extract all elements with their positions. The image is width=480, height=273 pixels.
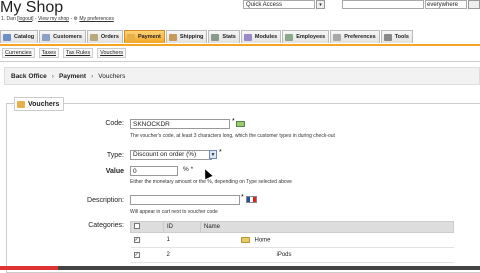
breadcrumb-page: Vouchers [98, 73, 126, 80]
type-required-mark: * [219, 149, 222, 156]
category-checkbox[interactable]: ✓ [133, 252, 140, 258]
name-column-header: Name [200, 221, 454, 233]
table-row: ✓ 2 iPods [130, 247, 454, 263]
type-label: Type: [106, 152, 124, 159]
value-label: Value [105, 168, 124, 175]
select-all-checkbox[interactable] [134, 223, 140, 229]
tab-label: Shipping [179, 34, 204, 40]
tab-payment[interactable]: Payment [123, 30, 165, 43]
video-progress-track[interactable] [0, 266, 480, 270]
employees-icon [285, 33, 294, 41]
value-help: Either the monetary amount or the %, dep… [130, 179, 292, 185]
tab-label: Customers [53, 34, 82, 40]
user-name: 1. Dan [1, 16, 16, 22]
categories-header-row: ID Name [130, 221, 454, 233]
code-label: Code: [105, 120, 124, 127]
category-id: 2 [163, 247, 201, 263]
select-all-column [130, 221, 164, 233]
search-input[interactable] [342, 0, 424, 9]
video-progress-fill [0, 266, 58, 270]
categories-table: ID Name ✓ 1 Home ✓ 2 iPods [130, 221, 454, 263]
voucher-icon [17, 100, 25, 108]
subtab-taxes[interactable]: Taxes [38, 48, 59, 58]
tab-label: Stats [222, 34, 236, 40]
breadcrumb-section[interactable]: Payment [59, 73, 86, 80]
tab-tools[interactable]: Tools [380, 30, 413, 43]
search-scope-select[interactable]: everywhere [425, 0, 467, 9]
subtab-tax-rules[interactable]: Tax Rules [62, 48, 94, 58]
preferences-icon [333, 33, 342, 41]
description-label: Description: [87, 197, 124, 204]
type-select[interactable]: Discount on order (%) [130, 150, 212, 160]
tab-employees[interactable]: Employees [282, 30, 330, 43]
view-shop-link[interactable]: View my shop [38, 16, 69, 22]
search-button[interactable] [468, 0, 480, 9]
tab-modules[interactable]: Modules [240, 30, 282, 43]
tab-label: Modules [254, 34, 278, 40]
tab-label: Employees [296, 34, 326, 40]
subtab-vouchers[interactable]: Vouchers [97, 48, 127, 58]
code-input[interactable]: SKNOCKDR [130, 119, 230, 129]
breadcrumb-separator-icon: › [51, 73, 54, 80]
tab-stats[interactable]: Stats [208, 30, 240, 43]
categories-label: Categories: [88, 222, 124, 229]
folder-icon [240, 236, 250, 243]
tools-icon [383, 33, 392, 41]
description-help: Will appear in cart next to voucher code [130, 209, 218, 215]
orders-icon [89, 33, 98, 41]
preferences-link[interactable]: My preferences [79, 16, 113, 22]
tab-label: Tools [394, 34, 409, 40]
tab-orders[interactable]: Orders [86, 30, 123, 43]
subtab-divider [0, 61, 480, 62]
value-unit: % * [183, 166, 194, 173]
shipping-icon [168, 33, 177, 41]
sub-tabs: Currencies Taxes Tax Rules Vouchers [2, 48, 127, 58]
logout-link[interactable]: logout [19, 16, 33, 22]
code-required-mark: * [232, 118, 235, 125]
id-column-header: ID [163, 221, 201, 233]
code-help: The voucher's code, at least 3 character… [130, 133, 335, 139]
legend-label: Vouchers [28, 100, 60, 108]
breadcrumb-root[interactable]: Back Office [11, 73, 47, 80]
modules-icon [243, 33, 252, 41]
preferences-icon: ⚙ [73, 16, 78, 22]
description-required-mark: * [241, 194, 244, 201]
subtab-currencies[interactable]: Currencies [2, 48, 35, 58]
stats-icon [211, 33, 220, 41]
language-flag-icon[interactable] [246, 196, 257, 203]
main-tabs: Catalog Customers Orders Payment Shipping Sta… [0, 30, 480, 44]
category-checkbox[interactable]: ✓ [133, 237, 140, 243]
breadcrumb-separator-icon: › [91, 73, 94, 80]
tab-label: Payment [137, 34, 161, 40]
fieldset-legend: Vouchers [14, 97, 65, 111]
category-id: 1 [163, 232, 201, 248]
payment-icon [126, 33, 135, 41]
breadcrumb: Back Office › Payment › Vouchers [4, 67, 480, 85]
description-input[interactable] [130, 195, 240, 205]
tab-customers[interactable]: Customers [39, 30, 86, 43]
tab-label: Preferences [344, 34, 376, 40]
category-name: Home [254, 237, 271, 244]
tab-label: Orders [100, 34, 119, 40]
tab-underline [0, 44, 480, 46]
quick-access-select[interactable]: Quick Access [243, 0, 315, 9]
catalog-icon [3, 33, 11, 41]
user-bar: 1. Dan [logout] - View my shop - ⚙ My pr… [1, 16, 114, 22]
tab-shipping[interactable]: Shipping [165, 30, 208, 43]
quick-access-arrow-icon[interactable]: ▾ [316, 0, 325, 9]
shop-title: My Shop [0, 0, 64, 16]
tab-catalog[interactable]: Catalog [0, 30, 39, 43]
customers-icon [42, 33, 51, 41]
value-input[interactable]: 0 [130, 166, 178, 176]
tab-label: Catalog [14, 34, 35, 40]
category-name: iPods [276, 252, 292, 258]
table-row: ✓ 1 Home [130, 232, 454, 248]
chevron-down-icon[interactable]: ▼ [209, 150, 217, 159]
tab-preferences[interactable]: Preferences [330, 30, 380, 43]
generate-code-icon[interactable] [236, 121, 245, 127]
